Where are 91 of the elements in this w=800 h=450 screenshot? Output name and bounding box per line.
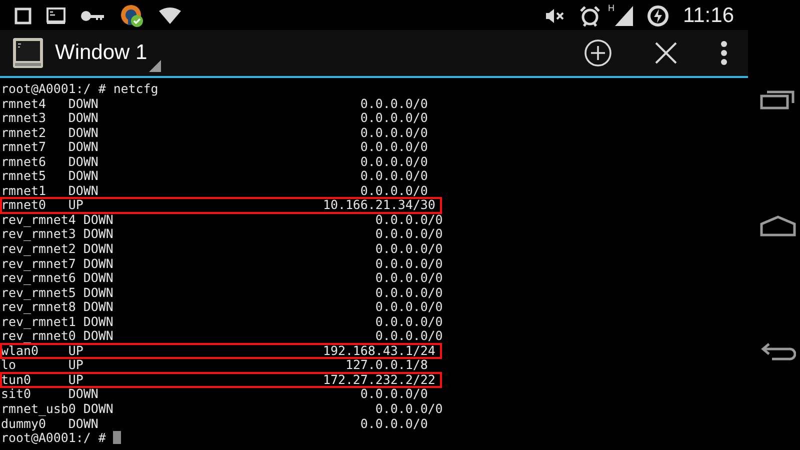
recents-button[interactable]	[760, 88, 796, 110]
interface-state: DOWN	[68, 96, 98, 112]
interface-state: DOWN	[68, 154, 98, 170]
interface-name: rmnet6	[1, 154, 47, 170]
interface-address: 0.0.0.0/0	[375, 271, 443, 286]
dropdown-corner-icon	[149, 60, 162, 72]
interface-state: DOWN	[83, 329, 114, 344]
app-icon	[120, 4, 144, 28]
interface-name: wlan0	[1, 344, 38, 358]
interface-name: rmnet1	[1, 184, 47, 198]
interface-address: 0.0.0.0/0	[375, 242, 443, 257]
interface-address: 127.0.0.1/8	[345, 358, 428, 373]
interface-name: rev_rmnet5	[1, 286, 77, 300]
interface-name: rev_rmnet4	[1, 212, 77, 228]
interface-address: 172.27.232.2/22	[322, 372, 436, 388]
interface-name: dummy0	[1, 416, 46, 432]
interface-name: rmnet4	[1, 96, 47, 112]
interface-name: rev_rmnet3	[1, 227, 77, 242]
interface-name: sit0	[1, 387, 32, 402]
interface-address: 0.0.0.0/0	[375, 314, 443, 330]
interface-address: 0.0.0.0/0	[360, 416, 428, 432]
interface-name: rev_rmnet2	[1, 242, 77, 257]
interface-name: tun0	[1, 372, 32, 388]
interface-address: 0.0.0.0/0	[360, 126, 428, 140]
interface-state: DOWN	[83, 227, 114, 242]
interface-address: 0.0.0.0/0	[360, 184, 428, 198]
interface-state: DOWN	[83, 242, 114, 257]
interface-state: DOWN	[68, 387, 98, 402]
interface-state: UP	[68, 344, 84, 358]
interface-state: DOWN	[68, 126, 98, 140]
mute-icon	[545, 8, 565, 24]
interface-name: rev_rmnet7	[1, 256, 77, 272]
signal-icon	[615, 6, 633, 26]
interface-state: DOWN	[83, 402, 114, 417]
interface-name: rmnet_usb0	[1, 402, 77, 417]
interface-state: DOWN	[68, 140, 98, 155]
interface-address: 0.0.0.0/0	[360, 387, 428, 402]
interface-address: 0.0.0.0/0	[360, 154, 428, 170]
interface-state: UP	[68, 198, 84, 213]
interface-name: rev_rmnet6	[1, 271, 77, 286]
interface-name: rmnet2	[1, 126, 47, 140]
interface-address: 0.0.0.0/0	[360, 140, 428, 155]
command-line: root@A0001:/ # netcfg	[1, 81, 158, 96]
interface-state: DOWN	[68, 169, 98, 184]
interface-address: 0.0.0.0/0	[360, 169, 428, 184]
close-button[interactable]	[654, 41, 678, 65]
terminal-icon	[13, 38, 43, 68]
interface-state: UP	[68, 372, 84, 388]
interface-address: 0.0.0.0/0	[375, 227, 443, 242]
interface-state: DOWN	[83, 256, 114, 272]
interface-name: lo	[1, 358, 17, 373]
wifi-icon	[158, 7, 182, 25]
interface-state: UP	[68, 358, 84, 373]
network-type: H	[608, 3, 614, 13]
home-button[interactable]	[760, 215, 796, 237]
new-window-button[interactable]	[584, 39, 612, 67]
interface-address: 0.0.0.0/0	[375, 329, 443, 344]
overflow-menu-button[interactable]	[720, 40, 728, 66]
text-cursor	[112, 431, 121, 444]
interface-address: 0.0.0.0/0	[360, 96, 428, 112]
interface-name: rev_rmnet8	[1, 300, 77, 315]
interface-state: DOWN	[83, 314, 114, 330]
alarm-icon	[579, 5, 601, 27]
prompt: root@A0001:/ #	[1, 430, 106, 446]
interface-state: DOWN	[83, 271, 114, 286]
interface-name: rev_rmnet1	[1, 314, 77, 330]
clock-time: 11:16	[683, 4, 734, 28]
square-icon	[14, 7, 32, 25]
interface-address: 192.168.43.1/24	[322, 344, 436, 358]
interface-state: DOWN	[68, 416, 98, 432]
interface-address: 0.0.0.0/0	[375, 212, 443, 228]
interface-name: rev_rmnet0	[1, 329, 77, 344]
interface-state: DOWN	[83, 300, 114, 315]
interface-address: 0.0.0.0/0	[375, 300, 443, 315]
terminal-icon	[46, 7, 66, 25]
interface-address: 0.0.0.0/0	[375, 402, 443, 417]
battery-icon	[647, 5, 669, 27]
window-title: Window 1	[55, 41, 148, 65]
interface-state: DOWN	[83, 212, 114, 228]
interface-name: rmnet0	[1, 198, 47, 213]
interface-address: 0.0.0.0/0	[360, 111, 428, 126]
interface-address: 0.0.0.0/0	[375, 256, 443, 272]
interface-address: 10.166.21.34/30	[322, 198, 436, 213]
interface-state: DOWN	[68, 184, 98, 198]
interface-state: DOWN	[68, 111, 98, 126]
interface-name: rmnet3	[1, 111, 47, 126]
interface-state: DOWN	[83, 286, 114, 300]
interface-name: rmnet7	[1, 140, 47, 155]
interface-name: rmnet5	[1, 169, 47, 184]
key-icon	[80, 9, 106, 23]
interface-address: 0.0.0.0/0	[375, 286, 443, 300]
